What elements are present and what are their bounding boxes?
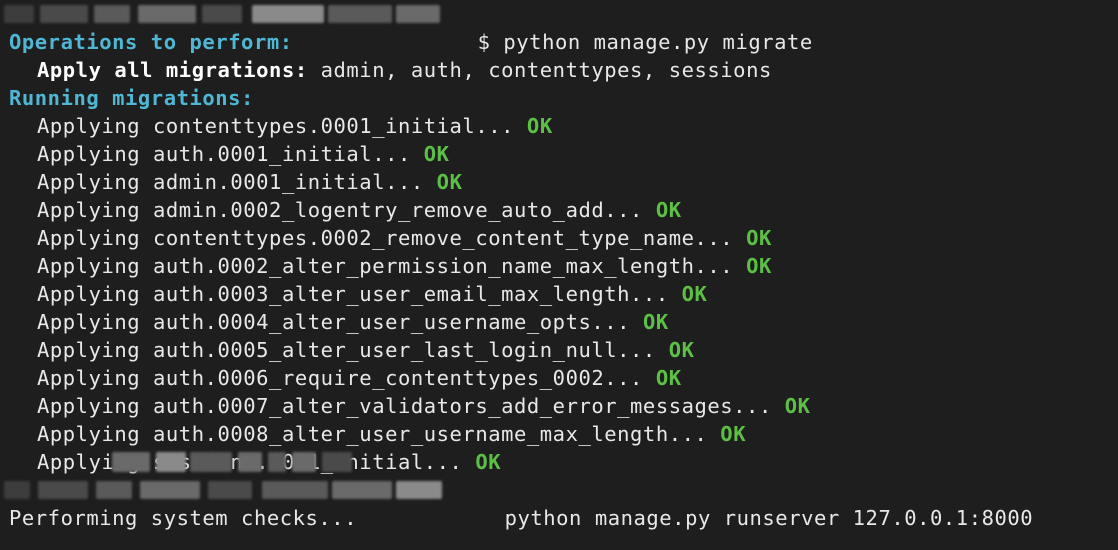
- migration-text: Applying admin.0002_logentry_remove_auto…: [37, 198, 643, 222]
- migration-line: Applying admin.0002_logentry_remove_auto…: [0, 196, 1118, 224]
- migration-status: OK: [655, 198, 682, 222]
- migration-line: Applying sessions.0001_initial... OK: [0, 448, 1118, 476]
- prompt-line-runserver: python manage.py runserver 127.0.0.1:800…: [0, 476, 1118, 530]
- redacted-prompt: [4, 476, 442, 504]
- migration-text: Applying admin.0001_initial...: [37, 170, 424, 194]
- migration-status: OK: [642, 310, 669, 334]
- migration-status: OK: [668, 338, 695, 362]
- apply-all-line: Apply all migrations: admin, auth, conte…: [0, 56, 1118, 84]
- migration-line: Applying auth.0002_alter_permission_name…: [0, 252, 1118, 280]
- migration-line: Applying auth.0005_alter_user_last_login…: [0, 336, 1118, 364]
- migration-text: Applying auth.0007_alter_validators_add_…: [37, 394, 772, 418]
- migration-status: OK: [436, 170, 463, 194]
- migration-text: Applying auth.0001_initial...: [37, 142, 411, 166]
- migration-status: OK: [746, 254, 772, 278]
- migration-text: Applying contenttypes.0001_initial...: [37, 114, 515, 138]
- migration-status: OK: [746, 226, 772, 250]
- migration-text: Applying auth.0008_alter_user_username_m…: [37, 422, 708, 446]
- migration-line: Applying auth.0001_initial... OK: [0, 140, 1118, 168]
- migration-text: Applying auth.0006_require_contenttypes_…: [37, 366, 643, 390]
- migration-line: Applying auth.0008_alter_user_username_m…: [0, 420, 1118, 448]
- redacted-partial: [112, 448, 352, 476]
- apply-all-value: admin, auth, contenttypes, sessions: [307, 58, 772, 82]
- migration-status: OK: [526, 114, 553, 138]
- apply-all-label: Apply all migrations:: [37, 58, 308, 82]
- prompt-line-migrate: $ python manage.py migrate: [0, 0, 1118, 54]
- migration-line: Applying auth.0006_require_contenttypes_…: [0, 364, 1118, 392]
- migration-text: Applying auth.0003_alter_user_email_max_…: [37, 282, 669, 306]
- migration-text: Applying auth.0005_alter_user_last_login…: [37, 338, 656, 362]
- output-line: Performing system checks...: [9, 506, 358, 530]
- migration-line: Applying auth.0007_alter_validators_add_…: [0, 392, 1118, 420]
- migration-line: Applying contenttypes.0002_remove_conten…: [0, 224, 1118, 252]
- migration-status: OK: [655, 366, 682, 390]
- migration-status: OK: [475, 450, 502, 474]
- migration-text: Applying contenttypes.0002_remove_conten…: [37, 226, 734, 250]
- migration-status: OK: [720, 422, 747, 446]
- migration-line: Applying contenttypes.0001_initial... OK: [0, 112, 1118, 140]
- migration-text: Applying auth.0004_alter_user_username_o…: [37, 310, 631, 334]
- migration-status: OK: [423, 142, 450, 166]
- operations-header: Operations to perform:: [9, 30, 293, 54]
- migration-line: Applying admin.0001_initial... OK: [0, 168, 1118, 196]
- migration-status: OK: [681, 282, 708, 306]
- migration-line: Applying auth.0004_alter_user_username_o…: [0, 308, 1118, 336]
- running-header: Running migrations:: [9, 86, 254, 110]
- terminal-window[interactable]: $ python manage.py migrate Operations to…: [0, 0, 1118, 550]
- redacted-prompt: [4, 0, 440, 28]
- migration-line: Applying auth.0003_alter_user_email_max_…: [0, 280, 1118, 308]
- migration-status: OK: [784, 394, 811, 418]
- migration-text: Applying auth.0002_alter_permission_name…: [37, 254, 734, 278]
